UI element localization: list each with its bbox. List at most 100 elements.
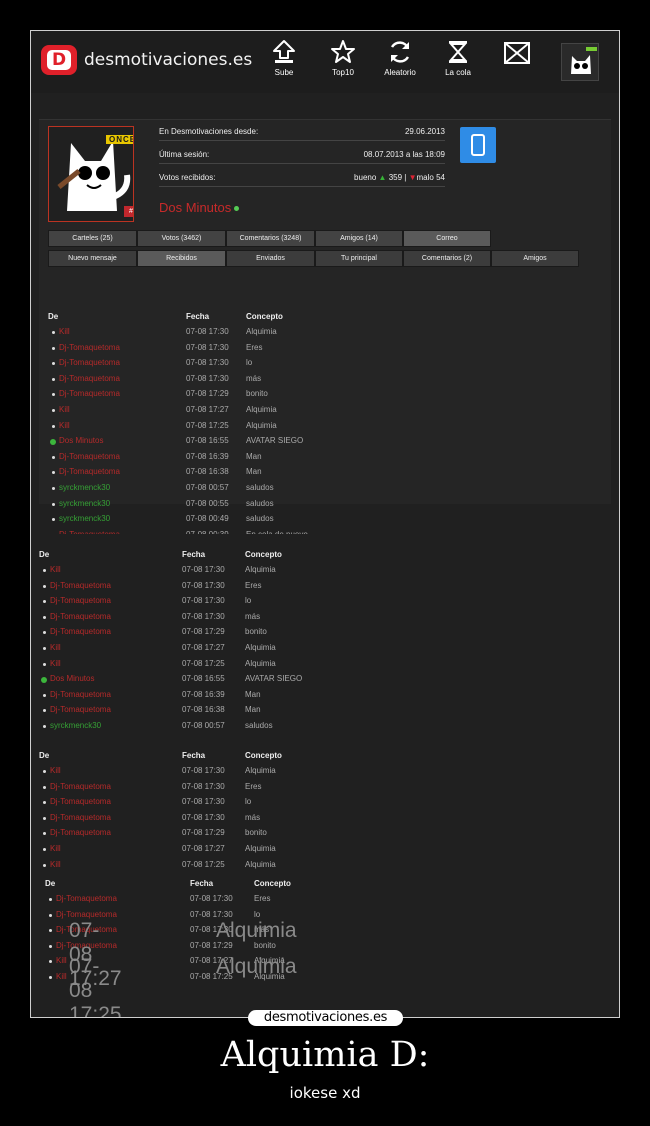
- message-row[interactable]: syrckmenck30 07-08 00:49 saludos: [48, 513, 348, 528]
- message-row[interactable]: Dj-Tomaquetoma 07-08 16:39 Man: [48, 451, 348, 466]
- message-row[interactable]: Kill 07-08 17:25 Alquimia: [39, 859, 339, 874]
- message-sender[interactable]: Dj-Tomaquetoma: [59, 358, 120, 367]
- message-concept[interactable]: Eres: [245, 581, 261, 590]
- tab-recibidos[interactable]: Recibidos: [137, 250, 226, 267]
- message-concept[interactable]: Man: [246, 452, 262, 461]
- message-row[interactable]: Kill 07-08 17:30 Alquimia: [39, 765, 339, 780]
- message-row[interactable]: Dj-Tomaquetoma 07-08 17:30 Eres: [39, 580, 339, 595]
- message-concept[interactable]: Alquimia: [245, 659, 276, 668]
- profile-avatar[interactable]: ONCE #6125: [48, 126, 134, 222]
- message-sender[interactable]: Dj-Tomaquetoma: [59, 343, 120, 352]
- message-sender[interactable]: Dj-Tomaquetoma: [59, 467, 120, 476]
- message-concept[interactable]: lo: [254, 910, 260, 919]
- message-row[interactable]: Dj-Tomaquetoma 07-08 17:30 Eres: [39, 781, 339, 796]
- message-row[interactable]: Dj-Tomaquetoma 07-08 17:30 lo: [39, 796, 339, 811]
- message-sender[interactable]: Dj-Tomaquetoma: [50, 612, 111, 621]
- message-concept[interactable]: Eres: [245, 782, 261, 791]
- message-sender[interactable]: Kill: [59, 405, 70, 414]
- message-sender[interactable]: Kill: [50, 659, 61, 668]
- message-row[interactable]: Dos Minutos 07-08 16:55 AVATAR SIEGO: [39, 673, 339, 688]
- message-sender[interactable]: Kill: [50, 766, 61, 775]
- message-concept[interactable]: Eres: [254, 894, 270, 903]
- user-avatar-button[interactable]: [561, 43, 599, 81]
- message-row[interactable]: Dj-Tomaquetoma 07-08 17:30 Eres: [48, 342, 348, 357]
- tab-comentarios-correo[interactable]: Comentarios (2): [403, 250, 491, 267]
- message-row[interactable]: Dj-Tomaquetoma 07-08 17:29 bonito: [39, 827, 339, 842]
- message-concept[interactable]: Alquimia: [245, 844, 276, 853]
- message-sender[interactable]: Kill: [56, 956, 67, 965]
- message-row[interactable]: Dj-Tomaquetoma 07-08 17:30 más: [39, 812, 339, 827]
- tab-correo[interactable]: Correo: [403, 230, 491, 247]
- message-concept[interactable]: Man: [246, 467, 262, 476]
- message-row[interactable]: Dj-Tomaquetoma 07-08 17:30 Eres: [45, 893, 345, 908]
- message-concept[interactable]: Alquimia: [246, 405, 277, 414]
- message-row[interactable]: syrckmenck30 07-08 00:57 saludos: [39, 720, 339, 735]
- message-concept[interactable]: más: [245, 612, 260, 621]
- nav-sube-button[interactable]: Sube: [258, 39, 310, 77]
- message-row[interactable]: Kill 07-08 17:30 Alquimia: [39, 564, 339, 579]
- message-sender[interactable]: Kill: [59, 421, 70, 430]
- message-row[interactable]: Dj-Tomaquetoma 07-08 00:39 En cola de nuev…: [48, 529, 348, 534]
- message-concept[interactable]: saludos: [246, 483, 274, 492]
- message-sender[interactable]: Dj-Tomaquetoma: [56, 910, 117, 919]
- message-sender[interactable]: Kill: [50, 643, 61, 652]
- message-sender[interactable]: Dj-Tomaquetoma: [59, 389, 120, 398]
- message-sender[interactable]: syrckmenck30: [59, 514, 110, 523]
- message-concept[interactable]: lo: [245, 797, 251, 806]
- message-concept[interactable]: Alquimia: [246, 421, 277, 430]
- message-row[interactable]: Kill 07-08 17:25 Alquimia: [39, 658, 339, 673]
- message-concept[interactable]: Alquimia: [245, 860, 276, 869]
- message-concept[interactable]: saludos: [245, 721, 273, 730]
- tab-nuevo-mensaje[interactable]: Nuevo mensaje: [48, 250, 137, 267]
- message-row[interactable]: syrckmenck30 07-08 00:57 saludos: [48, 482, 348, 497]
- message-concept[interactable]: AVATAR SIEGO: [246, 436, 303, 445]
- message-concept[interactable]: Alquimia: [246, 327, 277, 336]
- message-concept[interactable]: más: [245, 813, 260, 822]
- message-concept[interactable]: lo: [245, 596, 251, 605]
- message-concept[interactable]: AVATAR SIEGO: [245, 674, 302, 683]
- message-sender[interactable]: Dj-Tomaquetoma: [59, 452, 120, 461]
- message-sender[interactable]: Dj-Tomaquetoma: [59, 530, 120, 534]
- message-concept[interactable]: En cola de nuevo: [246, 530, 308, 534]
- message-row[interactable]: Dj-Tomaquetoma 07-08 16:39 Man: [39, 689, 339, 704]
- message-sender[interactable]: Dj-Tomaquetoma: [50, 705, 111, 714]
- message-sender[interactable]: Dj-Tomaquetoma: [56, 894, 117, 903]
- message-sender[interactable]: Dj-Tomaquetoma: [50, 828, 111, 837]
- message-concept[interactable]: bonito: [245, 828, 267, 837]
- tab-carteles[interactable]: Carteles (25): [48, 230, 137, 247]
- message-sender[interactable]: Dj-Tomaquetoma: [50, 797, 111, 806]
- message-sender[interactable]: Dos Minutos: [50, 674, 94, 683]
- nav-la-cola-button[interactable]: La cola: [432, 39, 484, 77]
- message-concept[interactable]: saludos: [246, 514, 274, 523]
- message-concept[interactable]: Alquimia: [245, 766, 276, 775]
- message-concept[interactable]: Alquimia: [245, 643, 276, 652]
- message-sender[interactable]: Kill: [50, 565, 61, 574]
- message-row[interactable]: Dj-Tomaquetoma 07-08 17:30 más: [39, 611, 339, 626]
- nav-top10-button[interactable]: Top10: [317, 39, 369, 77]
- message-sender[interactable]: Dj-Tomaquetoma: [50, 581, 111, 590]
- message-concept[interactable]: Alquimia: [245, 565, 276, 574]
- tab-enviados[interactable]: Enviados: [226, 250, 315, 267]
- message-sender[interactable]: Dj-Tomaquetoma: [50, 596, 111, 605]
- message-sender[interactable]: syrckmenck30: [50, 721, 101, 730]
- message-row[interactable]: Dj-Tomaquetoma 07-08 17:30 más: [48, 373, 348, 388]
- message-concept[interactable]: bonito: [245, 627, 267, 636]
- message-sender[interactable]: Dj-Tomaquetoma: [50, 782, 111, 791]
- tab-comentarios[interactable]: Comentarios (3248): [226, 230, 315, 247]
- message-row[interactable]: Kill 07-08 17:30 Alquimia: [48, 326, 348, 341]
- message-sender[interactable]: syrckmenck30: [59, 483, 110, 492]
- message-concept[interactable]: Eres: [246, 343, 262, 352]
- message-sender[interactable]: Kill: [50, 844, 61, 853]
- message-row[interactable]: Dj-Tomaquetoma 07-08 17:29 bonito: [48, 388, 348, 403]
- message-sender[interactable]: Dj-Tomaquetoma: [50, 690, 111, 699]
- message-row[interactable]: Dj-Tomaquetoma 07-08 16:38 Man: [39, 704, 339, 719]
- message-row[interactable]: Dj-Tomaquetoma 07-08 16:38 Man: [48, 466, 348, 481]
- message-row[interactable]: Kill 07-08 17:27 Alquimia: [39, 843, 339, 858]
- message-concept[interactable]: más: [246, 374, 261, 383]
- message-row[interactable]: Kill 07-08 17:27 Alquimia: [39, 642, 339, 657]
- message-sender[interactable]: Dj-Tomaquetoma: [50, 627, 111, 636]
- message-row[interactable]: Dos Minutos 07-08 16:55 AVATAR SIEGO: [48, 435, 348, 450]
- site-logo[interactable]: D desmotivaciones.es: [41, 45, 252, 75]
- tab-amigos-correo[interactable]: Amigos: [491, 250, 579, 267]
- message-concept[interactable]: Man: [245, 690, 261, 699]
